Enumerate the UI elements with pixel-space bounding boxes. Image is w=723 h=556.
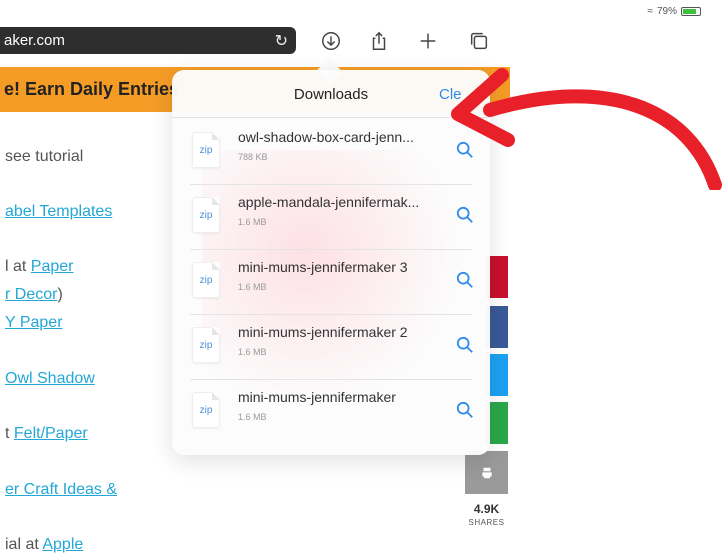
page-link[interactable]: Owl Shadow <box>5 370 95 387</box>
magnifier-icon[interactable] <box>456 401 474 419</box>
download-icon[interactable] <box>319 29 343 53</box>
download-item[interactable]: zip owl-shadow-box-card-jenn... 788 KB <box>190 119 473 185</box>
page-link[interactable]: Paper <box>31 258 74 275</box>
download-name: apple-mandala-jennifermak... <box>238 194 420 210</box>
zip-file-icon: zip <box>192 262 220 298</box>
share-icon[interactable] <box>367 29 391 53</box>
page-text: ial at <box>5 536 43 553</box>
page-text-line: Y Paper <box>5 314 63 332</box>
page-text-line: Owl Shadow <box>5 370 95 388</box>
page-text-line: abel Templates <box>5 203 112 221</box>
page-link[interactable]: Felt/Paper <box>14 425 88 442</box>
download-name: mini-mums-jennifermaker <box>238 389 396 405</box>
battery-icon <box>681 7 701 16</box>
zip-file-icon: zip <box>192 327 220 363</box>
reload-icon[interactable]: ↻ <box>275 31 288 51</box>
address-bar[interactable]: aker.com ↻ <box>0 27 296 54</box>
zip-file-icon: zip <box>192 197 220 233</box>
red-arrow-annotation <box>451 68 722 190</box>
share-count: 4.9K <box>473 502 500 516</box>
page-text-line: ial at Apple <box>5 536 83 554</box>
download-size: 1.6 MB <box>238 282 267 292</box>
download-size: 788 KB <box>238 152 268 162</box>
page-link[interactable]: r Decor <box>5 286 57 303</box>
download-name: owl-shadow-box-card-jenn... <box>238 129 414 145</box>
page-link[interactable]: Apple <box>42 536 83 553</box>
download-size: 1.6 MB <box>238 347 267 357</box>
banner-text: e! Earn Daily Entries <box>4 79 180 99</box>
share-label: SHARES <box>468 518 505 527</box>
download-name: mini-mums-jennifermaker 3 <box>238 259 408 275</box>
status-bar: ≈ 79% <box>647 6 701 17</box>
download-size: 1.6 MB <box>238 217 267 227</box>
magnifier-icon[interactable] <box>456 271 474 289</box>
download-item[interactable]: zip apple-mandala-jennifermak... 1.6 MB <box>190 184 474 250</box>
page-link[interactable]: er Craft Ideas & <box>5 481 117 498</box>
download-item[interactable]: zip mini-mums-jennifermaker 2 1.6 MB <box>190 314 474 380</box>
download-item[interactable]: zip mini-mums-jennifermaker 1.6 MB <box>190 379 474 445</box>
battery-percent: 79% <box>656 6 677 17</box>
download-size: 1.6 MB <box>238 412 267 422</box>
download-item[interactable]: zip mini-mums-jennifermaker 3 1.6 MB <box>190 249 474 315</box>
page-link[interactable]: Y Paper <box>5 314 63 331</box>
page-text: l at <box>5 258 31 275</box>
page-text-line: r Decor) <box>5 286 63 304</box>
zip-file-icon: zip <box>192 392 220 428</box>
page-text-line: l at Paper <box>5 258 74 276</box>
page-text: t <box>5 425 14 442</box>
page-text: ) <box>57 286 63 303</box>
page-text-line: er Craft Ideas & <box>5 481 117 499</box>
page-text-line: see tutorial <box>5 148 83 166</box>
magnifier-icon[interactable] <box>456 206 474 224</box>
zip-file-icon: zip <box>192 132 220 168</box>
print-icon <box>481 467 492 478</box>
magnifier-icon[interactable] <box>456 336 474 354</box>
page-text-line: t Felt/Paper <box>5 425 88 443</box>
plus-icon[interactable] <box>416 29 440 53</box>
print-button[interactable] <box>465 451 508 494</box>
wifi-icon: ≈ <box>647 6 653 17</box>
page-link[interactable]: abel Templates <box>5 203 112 220</box>
url-text: aker.com <box>4 32 65 49</box>
download-name: mini-mums-jennifermaker 2 <box>238 324 408 340</box>
page-text: see tutorial <box>5 148 84 165</box>
